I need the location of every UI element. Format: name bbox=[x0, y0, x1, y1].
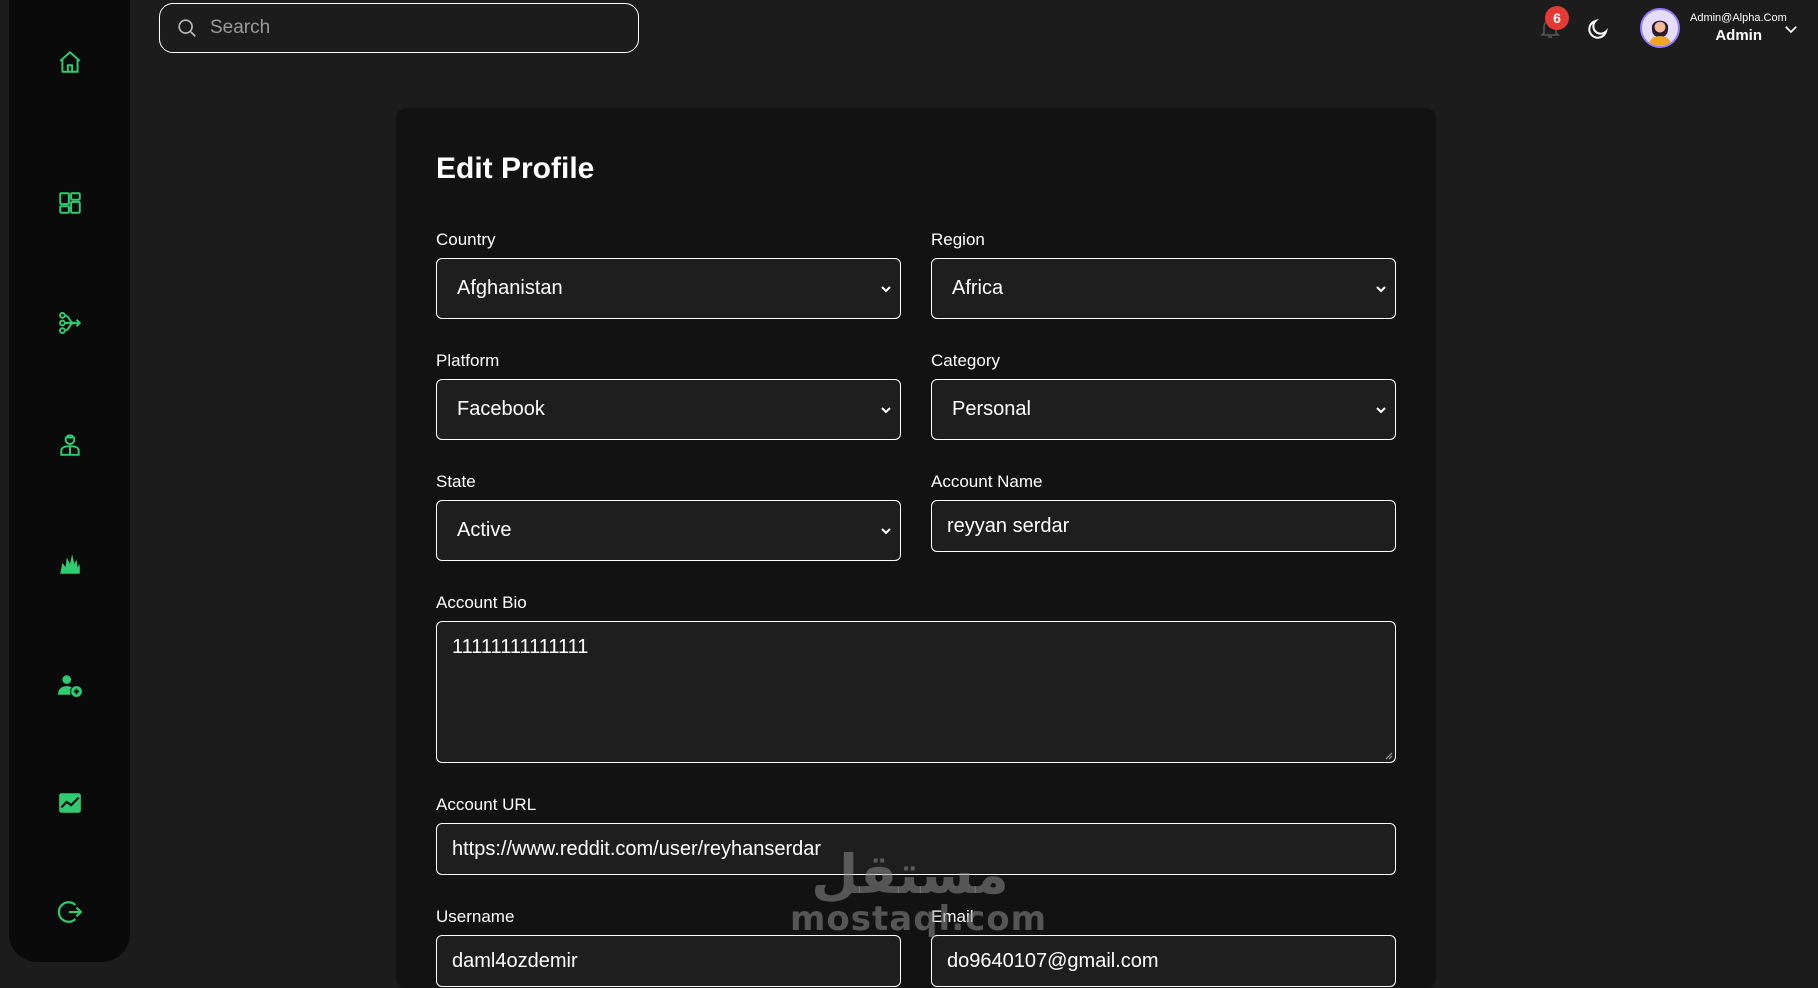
chevron-down-icon bbox=[1376, 407, 1386, 414]
category-label: Category bbox=[931, 351, 1000, 370]
platform-value: Facebook bbox=[457, 398, 545, 420]
account-url-value: https://www.reddit.com/user/reyhanserdar bbox=[452, 837, 822, 860]
account-name-value: reyyan serdar bbox=[947, 514, 1070, 537]
resize-handle-icon[interactable] bbox=[1383, 750, 1393, 760]
chevron-down-icon[interactable] bbox=[1782, 20, 1800, 38]
agent-icon[interactable] bbox=[57, 431, 83, 457]
account-bio-value: 11111111111111 bbox=[452, 636, 589, 658]
search-box[interactable] bbox=[159, 3, 639, 53]
email-label: Email bbox=[931, 907, 974, 926]
chevron-down-icon bbox=[1376, 286, 1386, 293]
category-value: Personal bbox=[952, 398, 1031, 420]
logout-icon[interactable] bbox=[57, 899, 83, 925]
account-url-label: Account URL bbox=[436, 795, 537, 814]
search-input[interactable] bbox=[210, 17, 610, 39]
chart-icon[interactable] bbox=[57, 790, 83, 816]
chevron-down-icon bbox=[881, 407, 891, 414]
flow-icon[interactable] bbox=[57, 310, 83, 336]
region-value: Africa bbox=[952, 277, 1004, 299]
account-url-input[interactable]: https://www.reddit.com/user/reyhanserdar bbox=[436, 823, 1396, 875]
moon-icon[interactable] bbox=[1586, 17, 1610, 41]
account-name-input[interactable]: reyyan serdar bbox=[931, 500, 1396, 552]
page-title: Edit Profile bbox=[436, 152, 595, 185]
user-email: Admin@Alpha.Com bbox=[1690, 12, 1787, 24]
username-label: Username bbox=[436, 907, 515, 926]
email-value: do9640107@gmail.com bbox=[947, 949, 1159, 972]
state-select[interactable]: Active bbox=[436, 500, 901, 561]
edit-profile-card: Edit Profile Country Afghanistan Region … bbox=[396, 108, 1436, 988]
dashboard-icon[interactable] bbox=[57, 190, 83, 216]
add-user-icon[interactable] bbox=[57, 672, 83, 698]
crystal-icon[interactable] bbox=[57, 551, 83, 577]
user-role: Admin bbox=[1715, 27, 1762, 44]
search-icon bbox=[178, 19, 196, 37]
account-bio-textarea[interactable]: 11111111111111 bbox=[436, 621, 1396, 763]
country-value: Afghanistan bbox=[457, 277, 563, 299]
email-input[interactable]: do9640107@gmail.com bbox=[931, 935, 1396, 987]
username-input[interactable]: daml4ozdemir bbox=[436, 935, 901, 987]
sidebar bbox=[9, 0, 130, 962]
state-value: Active bbox=[457, 519, 512, 541]
state-label: State bbox=[436, 472, 476, 491]
home-icon[interactable] bbox=[57, 49, 83, 75]
country-label: Country bbox=[436, 230, 496, 249]
category-select[interactable]: Personal bbox=[931, 379, 1396, 440]
username-value: daml4ozdemir bbox=[452, 949, 578, 972]
country-select[interactable]: Afghanistan bbox=[436, 258, 901, 319]
notification-badge: 6 bbox=[1545, 6, 1569, 30]
account-bio-label: Account Bio bbox=[436, 593, 527, 612]
account-name-label: Account Name bbox=[931, 472, 1043, 491]
chevron-down-icon bbox=[881, 286, 891, 293]
region-select[interactable]: Africa bbox=[931, 258, 1396, 319]
platform-label: Platform bbox=[436, 351, 500, 370]
avatar[interactable] bbox=[1640, 8, 1680, 48]
region-label: Region bbox=[931, 230, 985, 249]
chevron-down-icon bbox=[881, 528, 891, 535]
platform-select[interactable]: Facebook bbox=[436, 379, 901, 440]
